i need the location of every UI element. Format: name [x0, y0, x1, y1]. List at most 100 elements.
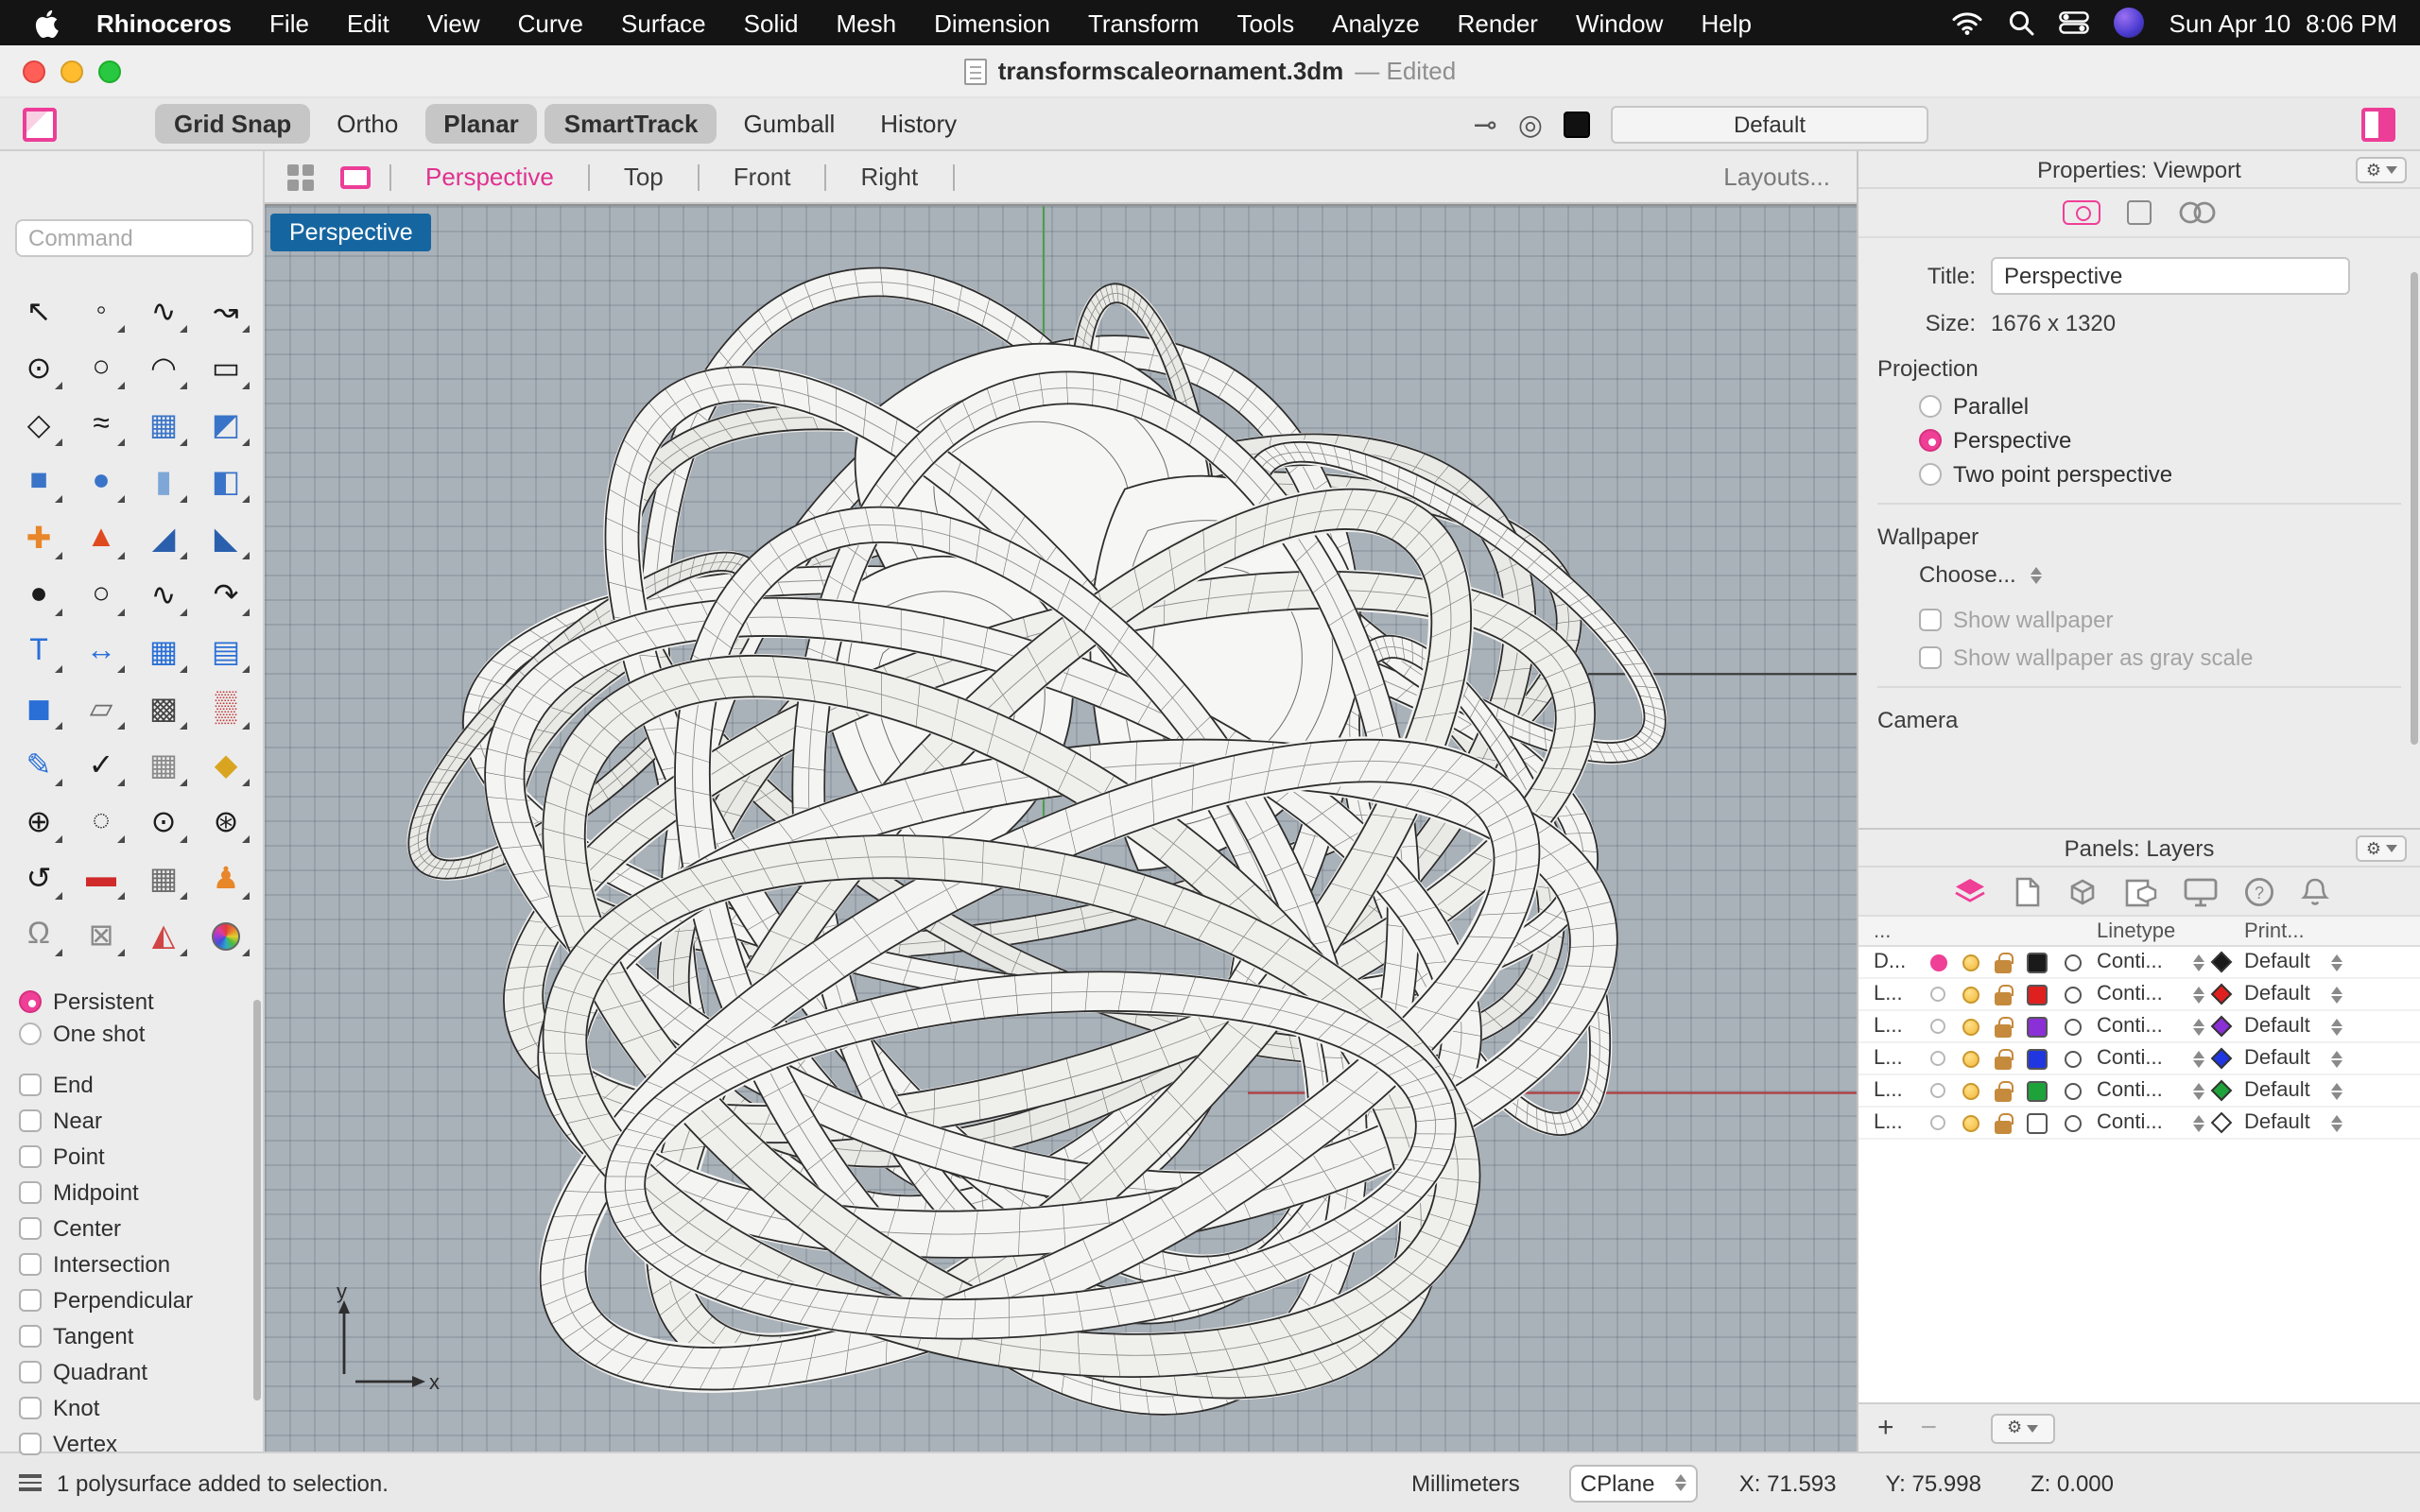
- tool-lasso[interactable]: ◌: [70, 794, 132, 850]
- tool-workplane[interactable]: ▱: [70, 680, 132, 737]
- checkbox-center[interactable]: [19, 1217, 42, 1240]
- tool-point[interactable]: ◦: [70, 284, 132, 340]
- block-icon[interactable]: [2066, 875, 2098, 907]
- material-icon[interactable]: [2177, 198, 2217, 227]
- tab-top[interactable]: Top: [590, 163, 698, 191]
- layer-color-swatch[interactable]: [2027, 1080, 2048, 1101]
- osnap-near[interactable]: Near: [19, 1108, 263, 1134]
- checkbox-show-wallpaper[interactable]: [1919, 609, 1942, 631]
- menu-view[interactable]: View: [408, 9, 499, 37]
- menubar-clock[interactable]: Sun Apr 10 8:06 PM: [2169, 9, 2398, 37]
- linetype-stepper-icon[interactable]: [2187, 986, 2210, 1003]
- properties-scrollbar[interactable]: [2411, 272, 2418, 745]
- menu-window[interactable]: Window: [1557, 9, 1683, 37]
- print-stepper-icon[interactable]: [2324, 1018, 2350, 1035]
- osnap-point[interactable]: Point: [19, 1143, 263, 1170]
- checkbox-midpoint[interactable]: [19, 1181, 42, 1204]
- radio-one-shot[interactable]: [19, 1022, 42, 1045]
- layer-print-width[interactable]: Default: [2244, 951, 2324, 973]
- tool-layer-wedge[interactable]: ◭: [132, 907, 195, 964]
- record-history-icon[interactable]: ⊸: [1474, 107, 1497, 141]
- properties-gear-menu[interactable]: ⚙: [2356, 157, 2407, 183]
- layer-row[interactable]: L... Conti... Default: [1858, 1043, 2420, 1075]
- checkbox-intersection[interactable]: [19, 1253, 42, 1276]
- osnap-tangent[interactable]: Tangent: [19, 1323, 263, 1349]
- radio-parallel[interactable]: [1919, 395, 1942, 418]
- tool-align-left[interactable]: ◢: [132, 510, 195, 567]
- tool-sphere-dark[interactable]: ●: [8, 567, 70, 624]
- menu-render[interactable]: Render: [1439, 9, 1557, 37]
- osnap-mode-one-shot[interactable]: One shot: [19, 1021, 263, 1047]
- checkbox-quadrant[interactable]: [19, 1361, 42, 1383]
- tool-zoom-extents[interactable]: ⊛: [195, 794, 257, 850]
- projection-option-parallel[interactable]: Parallel: [1919, 393, 2401, 420]
- tool-point-grid[interactable]: ▩: [132, 680, 195, 737]
- tool-named-position[interactable]: ♟: [195, 850, 257, 907]
- linetype-stepper-icon[interactable]: [2187, 1018, 2210, 1035]
- wallpaper-option-show-wallpaper[interactable]: Show wallpaper: [1919, 607, 2401, 633]
- tool-dimension[interactable]: ↔: [70, 624, 132, 680]
- layer-lock-icon[interactable]: [1995, 1112, 2013, 1133]
- tool-handle-curve[interactable]: ∿: [132, 567, 195, 624]
- menu-mesh[interactable]: Mesh: [818, 9, 916, 37]
- user-avatar[interactable]: [2114, 8, 2145, 38]
- osnap-midpoint[interactable]: Midpoint: [19, 1179, 263, 1206]
- toggle-grid-snap[interactable]: Grid Snap: [155, 104, 311, 144]
- layer-row[interactable]: L... Conti... Default: [1858, 979, 2420, 1011]
- layer-material-icon[interactable]: [2065, 1082, 2082, 1099]
- tool-array[interactable]: ▦: [132, 624, 195, 680]
- help-icon[interactable]: ?: [2243, 876, 2273, 906]
- layer-material-icon[interactable]: [2065, 1050, 2082, 1067]
- layouts-button[interactable]: Layouts...: [1723, 163, 1830, 191]
- remove-layer-button[interactable]: −: [1921, 1414, 1938, 1442]
- layer-print-width[interactable]: Default: [2244, 1015, 2324, 1038]
- layer-linetype[interactable]: Conti...: [2097, 983, 2187, 1005]
- layer-color-swatch[interactable]: [2027, 984, 2048, 1005]
- print-color-diamond[interactable]: [2210, 1015, 2233, 1038]
- tool-color-wheel[interactable]: [195, 907, 257, 964]
- tool-check-select[interactable]: ✓: [70, 737, 132, 794]
- display-icon[interactable]: [2183, 876, 2217, 906]
- notes-icon[interactable]: [2014, 876, 2039, 906]
- layer-color-swatch[interactable]: [2027, 1112, 2048, 1133]
- sidebar-scrollbar[interactable]: [253, 1000, 261, 1400]
- layer-print-width[interactable]: Default: [2244, 1047, 2324, 1070]
- tool-freeform-curve[interactable]: ≈: [70, 397, 132, 454]
- document-proxy-icon[interactable]: [963, 58, 987, 84]
- osnap-intersection[interactable]: Intersection: [19, 1251, 263, 1278]
- layer-linetype[interactable]: Conti...: [2097, 1111, 2187, 1134]
- layer-lock-icon[interactable]: [1995, 952, 2013, 972]
- menu-file[interactable]: File: [251, 9, 328, 37]
- radio-perspective[interactable]: [1919, 429, 1942, 452]
- viewport-title-input[interactable]: [1991, 257, 2350, 295]
- wifi-icon[interactable]: [1952, 10, 1984, 35]
- tool-sweep[interactable]: ◆: [195, 737, 257, 794]
- tool-map-grid[interactable]: ▦: [132, 850, 195, 907]
- tool-offset[interactable]: ▤: [195, 624, 257, 680]
- wallpaper-option-show-wallpaper-as-gray-scale[interactable]: Show wallpaper as gray scale: [1919, 644, 2401, 671]
- cplane-dropdown[interactable]: CPlane: [1568, 1464, 1698, 1502]
- tool-lightbulb[interactable]: Ω: [8, 907, 70, 964]
- projection-option-two-point-perspective[interactable]: Two point perspective: [1919, 461, 2401, 488]
- tool-text[interactable]: T: [8, 624, 70, 680]
- layer-linetype[interactable]: Conti...: [2097, 1015, 2187, 1038]
- osnap-quadrant[interactable]: Quadrant: [19, 1359, 263, 1385]
- minimize-window-button[interactable]: [60, 60, 83, 83]
- layer-visibility-bulb-icon[interactable]: [1962, 1018, 1979, 1035]
- osnap-perpendicular[interactable]: Perpendicular: [19, 1287, 263, 1314]
- menu-curve[interactable]: Curve: [499, 9, 602, 37]
- units-indicator[interactable]: Millimeters: [1411, 1469, 1520, 1496]
- panel-toggle-icon[interactable]: [2361, 108, 2395, 142]
- active-layer-pill[interactable]: Default: [1611, 105, 1928, 143]
- tool-lock[interactable]: ⊠: [70, 907, 132, 964]
- linetype-stepper-icon[interactable]: [2187, 1082, 2210, 1099]
- tool-polygon[interactable]: ◇: [8, 397, 70, 454]
- column-name[interactable]: ...: [1874, 919, 1930, 942]
- print-stepper-icon[interactable]: [2324, 1082, 2350, 1099]
- layers-gear-menu[interactable]: ⚙: [2356, 835, 2407, 862]
- layer-lock-icon[interactable]: [1995, 1048, 2013, 1069]
- menu-solid[interactable]: Solid: [725, 9, 818, 37]
- menu-tools[interactable]: Tools: [1218, 9, 1313, 37]
- layer-visibility-bulb-icon[interactable]: [1962, 1082, 1979, 1099]
- osnap-end[interactable]: End: [19, 1072, 263, 1098]
